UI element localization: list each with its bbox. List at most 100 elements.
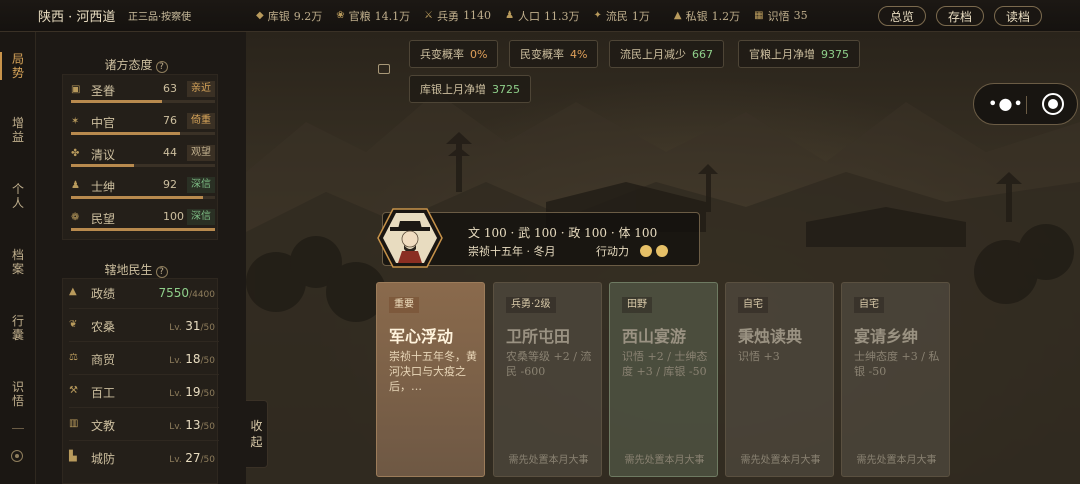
attitudes-title: 诸方态度?: [36, 56, 236, 73]
stat-refugees: ✦ 流民 1万: [593, 9, 650, 23]
card-title: 军心浮动: [389, 327, 454, 346]
progress-bar: [71, 132, 215, 135]
card-title: 宴请乡绅: [854, 327, 919, 346]
list-item: ⚖ 商贸 Lv. 18/50: [69, 347, 219, 375]
stat-insight: ▦ 识悟 35: [754, 9, 808, 23]
nav-buffs[interactable]: 增益: [0, 116, 36, 144]
more-icon[interactable]: •●•: [988, 96, 1024, 112]
nav-inventory[interactable]: 行囊: [0, 314, 36, 342]
overview-button[interactable]: 总览: [878, 6, 926, 26]
livelihood-panel: ▲ 政绩 7550/4400 ❦ 农桑 Lv. 31/50 ⚖ 商贸 Lv. 1…: [62, 278, 219, 484]
attitude-row: ✶ 中官 76 倚重: [71, 113, 217, 146]
chip-treasury-change: 库银上月净增 3725: [409, 75, 531, 103]
farming-icon: ❦: [69, 319, 78, 330]
chip-refugee-change: 流民上月减少 667: [609, 40, 724, 68]
card-requirement: 需先处置本月大事: [508, 455, 589, 466]
achievement-icon: ▲: [69, 286, 77, 297]
event-card-military-farming[interactable]: 兵勇·2级 卫所屯田 农桑等级 +2 / 流民 -600 需先处置本月大事: [493, 282, 602, 477]
card-description: 士绅态度 +3 / 私银 -50: [854, 350, 940, 378]
crafts-icon: ⚒: [69, 385, 78, 396]
card-tag: 自宅: [738, 297, 768, 313]
card-title: 西山宴游: [622, 327, 687, 346]
book-icon: ▦: [754, 10, 764, 21]
card-requirement: 需先处置本月大事: [624, 455, 705, 466]
message-icon[interactable]: [378, 64, 390, 74]
progress-fill: [71, 228, 215, 231]
status-badge: 倚重: [187, 113, 215, 129]
close-icon[interactable]: [1042, 93, 1064, 115]
card-requirement: 需先处置本月大事: [740, 455, 821, 466]
coins-icon: ◆: [256, 10, 264, 21]
livelihood-title: 辖地民生?: [36, 261, 236, 278]
nav-divider: [12, 428, 24, 429]
gentry-icon: ♟: [71, 180, 80, 191]
card-tag: 重要: [389, 297, 419, 313]
action-point-dot: [640, 245, 652, 257]
stat-treasury: ◆ 库银 9.2万: [256, 9, 323, 23]
action-point-dot: [656, 245, 668, 257]
card-description: 农桑等级 +2 / 流民 -600: [506, 350, 592, 378]
left-nav: 局势 增益 个人 档案 行囊 识悟: [0, 32, 36, 484]
card-tag: 兵勇·2级: [506, 297, 556, 313]
collapse-panel-button[interactable]: 收 起: [246, 400, 268, 468]
nav-insight[interactable]: 识悟: [0, 380, 36, 408]
grain-icon: ❀: [336, 10, 345, 21]
list-item: ▲ 政绩 7550/4400: [69, 281, 219, 309]
official-rank: 正三品·按察使: [128, 12, 192, 23]
help-icon[interactable]: ?: [155, 266, 168, 278]
status-badge: 深信: [187, 177, 215, 193]
status-badge: 亲近: [187, 81, 215, 97]
progress-fill: [71, 196, 204, 199]
load-button[interactable]: 读档: [994, 6, 1042, 26]
people-icon: ❁: [71, 212, 80, 223]
nav-personal[interactable]: 个人: [0, 182, 36, 210]
attitude-row: ✤ 清议 44 观望: [71, 145, 217, 178]
attitude-row: ❁ 民望 100 深信: [71, 209, 217, 242]
event-card-reading[interactable]: 自宅 秉烛读典 识悟 +3 需先处置本月大事: [725, 282, 834, 477]
nav-situation[interactable]: 局势: [0, 52, 36, 80]
progress-fill: [71, 132, 181, 135]
attitudes-panel: ▣ 圣眷 63 亲近 ✶ 中官 76 倚重 ✤ 清议 44 观望 ♟ 士绅 92…: [62, 74, 218, 240]
top-bar: 陕西 · 河西道 正三品·按察使 ◆ 库银 9.2万 ❀ 官粮 14.1万 ⚔ 兵勇 114…: [0, 0, 1080, 32]
card-tag: 田野: [622, 297, 652, 313]
region-title: 陕西 · 河西道: [38, 10, 116, 25]
help-icon[interactable]: ?: [155, 61, 168, 73]
progress-bar: [71, 228, 215, 231]
card-tag: 自宅: [854, 297, 884, 313]
nav-archive[interactable]: 档案: [0, 248, 36, 276]
card-description: 识悟 +2 / 士绅态度 +3 / 库银 -50: [622, 350, 708, 378]
portrait-avatar[interactable]: [376, 207, 444, 269]
left-panel: 诸方态度? ▣ 圣眷 63 亲近 ✶ 中官 76 倚重 ✤ 清议 44 观望 ♟…: [36, 32, 246, 484]
list-item: ❦ 农桑 Lv. 31/50: [69, 314, 219, 342]
stat-soldiers: ⚔ 兵勇 1140: [424, 9, 492, 23]
card-title: 秉烛读典: [738, 327, 803, 346]
card-title: 卫所屯田: [506, 327, 571, 346]
chip-mutiny-chance: 兵变概率 0%: [409, 40, 499, 68]
list-item: ⚒ 百工 Lv. 19/50: [69, 380, 219, 408]
event-card-west-hill-banquet[interactable]: 田野 西山宴游 识悟 +2 / 士绅态度 +3 / 库银 -50 需先处置本月大…: [609, 282, 718, 477]
stat-grain: ❀ 官粮 14.1万: [336, 9, 411, 23]
progress-bar: [71, 164, 215, 167]
status-badge: 深信: [187, 209, 215, 225]
attitude-row: ▣ 圣眷 63 亲近: [71, 81, 217, 114]
list-item: ▙ 城防 Lv. 27/50: [69, 451, 215, 466]
stat-population: ♟ 人口 11.3万: [505, 9, 580, 23]
list-item: ▥ 文教 Lv. 13/50: [69, 413, 219, 441]
card-description: 识悟 +3: [738, 350, 780, 363]
emperor-icon: ▣: [71, 84, 81, 95]
save-button[interactable]: 存档: [936, 6, 984, 26]
card-requirement: 需先处置本月大事: [856, 455, 937, 466]
trade-icon: ⚖: [69, 352, 78, 363]
character-stats: 文 100 · 武 100 · 政 100 · 体 100: [468, 226, 658, 240]
progress-bar: [71, 196, 215, 199]
current-date: 崇祯十五年 · 冬月: [468, 245, 556, 258]
chip-revolt-chance: 民变概率 4%: [509, 40, 599, 68]
defense-icon: ▙: [69, 451, 77, 462]
soldier-icon: ⚔: [424, 10, 434, 21]
chip-grain-change: 官粮上月净增 9375: [738, 40, 860, 68]
event-card-gentry-banquet[interactable]: 自宅 宴请乡绅 士绅态度 +3 / 私银 -50 需先处置本月大事: [841, 282, 950, 477]
target-icon[interactable]: [11, 450, 23, 462]
attitude-row: ♟ 士绅 92 深信: [71, 177, 217, 210]
event-card-morale[interactable]: 重要 军心浮动 崇祯十五年冬，黄河决口与大疫之后，…: [376, 282, 485, 477]
population-icon: ♟: [505, 10, 515, 21]
